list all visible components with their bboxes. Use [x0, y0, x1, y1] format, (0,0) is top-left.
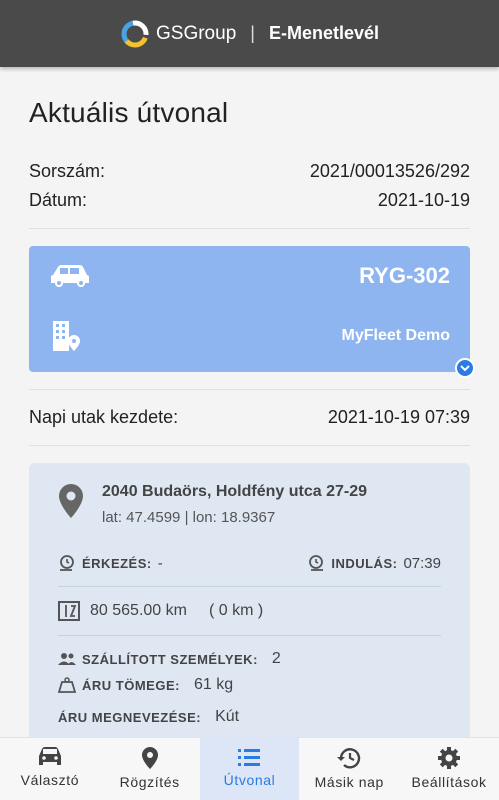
- stop-divider: [58, 586, 441, 587]
- weight-icon: [58, 677, 76, 693]
- gear-icon: [438, 747, 461, 769]
- divider: [29, 445, 470, 446]
- bottom-navigation: Választó Rögzítés Útvonal Másik nap Beál…: [0, 737, 499, 800]
- cargo-name-row: ÁRU MEGNEVEZÉSE: Kút: [58, 708, 441, 726]
- stop-coordinates: lat: 47.4599 | lon: 18.9367: [102, 509, 276, 526]
- location-pin-icon: [141, 747, 158, 769]
- brand-separator: |: [250, 23, 255, 43]
- nav-item-rogzites[interactable]: Rögzítés: [100, 738, 200, 800]
- odometer-icon: [58, 601, 80, 621]
- people-icon: [58, 653, 76, 665]
- nav-item-beallitasok[interactable]: Beállítások: [399, 738, 499, 800]
- vehicle-plate: RYG-302: [359, 263, 450, 288]
- stop-address-row: 2040 Budaörs, Holdfény utca 27-29 lat: 4…: [58, 483, 441, 526]
- fleet-name: MyFleet Demo: [341, 327, 450, 344]
- odometer-row: 80 565.00 km ( 0 km ): [58, 601, 441, 621]
- passengers-row: SZÁLLÍTOTT SZEMÉLYEK: 2: [58, 650, 441, 668]
- odometer-value: 80 565.00 km: [90, 602, 187, 619]
- cargo-weight-row: ÁRU TÖMEGE: 61 kg: [58, 676, 441, 694]
- nav-label: Útvonal: [223, 772, 276, 788]
- departure-label: INDULÁS:: [331, 555, 398, 571]
- nav-item-valaszto[interactable]: Választó: [0, 738, 100, 800]
- daily-start-value: 2021-10-19 07:39: [327, 407, 470, 427]
- nav-item-masik-nap[interactable]: Másik nap: [299, 738, 399, 800]
- date-row: Dátum: 2021-10-19: [29, 190, 470, 211]
- expand-chevron-icon[interactable]: [455, 358, 475, 378]
- departure-group: INDULÁS: 07:39: [307, 554, 441, 572]
- departure-value: 07:39: [403, 554, 441, 572]
- date-label: Dátum:: [29, 190, 88, 210]
- odometer-delta: ( 0 km ): [208, 602, 264, 619]
- cargo-weight-value: 61 kg: [193, 676, 234, 693]
- stop-times-row: ÉRKEZÉS: - INDULÁS: 07:39: [58, 554, 441, 572]
- passengers-label: SZÁLLÍTOTT SZEMÉLYEK:: [82, 651, 258, 667]
- departure-clock-icon: [309, 555, 324, 571]
- nav-label: Rögzítés: [119, 774, 180, 790]
- vehicle-card[interactable]: RYG-302 MyFleet Demo: [29, 246, 475, 378]
- gsgroup-logo-icon: [121, 20, 149, 47]
- cargo-name-label: ÁRU MEGNEVEZÉSE:: [58, 709, 202, 725]
- nav-label: Választó: [20, 772, 80, 788]
- passengers-value: 2: [271, 650, 281, 667]
- page-title: Aktuális útvonal: [29, 97, 229, 128]
- nav-label: Beállítások: [411, 774, 487, 790]
- brand: GSGroup | E-Menetlevél: [120, 19, 379, 49]
- date-value: 2021-10-19: [377, 190, 470, 210]
- arrival-value: -: [157, 554, 163, 572]
- cargo-weight-label: ÁRU TÖMEGE:: [82, 677, 180, 693]
- stop-address: 2040 Budaörs, Holdfény utca 27-29: [102, 483, 367, 500]
- divider: [29, 389, 470, 390]
- daily-start-label: Napi utak kezdete:: [29, 407, 179, 427]
- cargo-name-value: Kút: [215, 708, 240, 725]
- location-pin-icon: [59, 484, 83, 518]
- car-icon: [38, 747, 61, 765]
- history-icon: [337, 748, 361, 769]
- stop-divider: [58, 635, 441, 636]
- car-icon: [51, 265, 89, 287]
- arrival-label: ÉRKEZÉS:: [82, 555, 152, 571]
- nav-item-utvonal[interactable]: Útvonal: [199, 738, 300, 800]
- top-app-bar: GSGroup | E-Menetlevél: [0, 0, 499, 67]
- serial-value: 2021/00013526/292: [309, 161, 470, 181]
- arrival-clock-icon: [60, 555, 74, 571]
- divider: [29, 228, 470, 229]
- app-name: E-Menetlevél: [268, 23, 379, 43]
- route-stop-card[interactable]: 2040 Budaörs, Holdfény utca 27-29 lat: 4…: [29, 463, 470, 737]
- brand-name: GSGroup: [156, 22, 237, 44]
- arrival-group: ÉRKEZÉS: -: [58, 554, 163, 572]
- main-content: Aktuális útvonal Sorszám: 2021/00013526/…: [0, 67, 499, 737]
- daily-start-row: Napi utak kezdete: 2021-10-19 07:39: [29, 407, 470, 428]
- building-location-icon: [53, 321, 80, 351]
- serial-row: Sorszám: 2021/00013526/292: [29, 161, 470, 182]
- list-icon: [238, 749, 261, 766]
- nav-label: Másik nap: [314, 774, 384, 790]
- serial-label: Sorszám:: [29, 161, 106, 181]
